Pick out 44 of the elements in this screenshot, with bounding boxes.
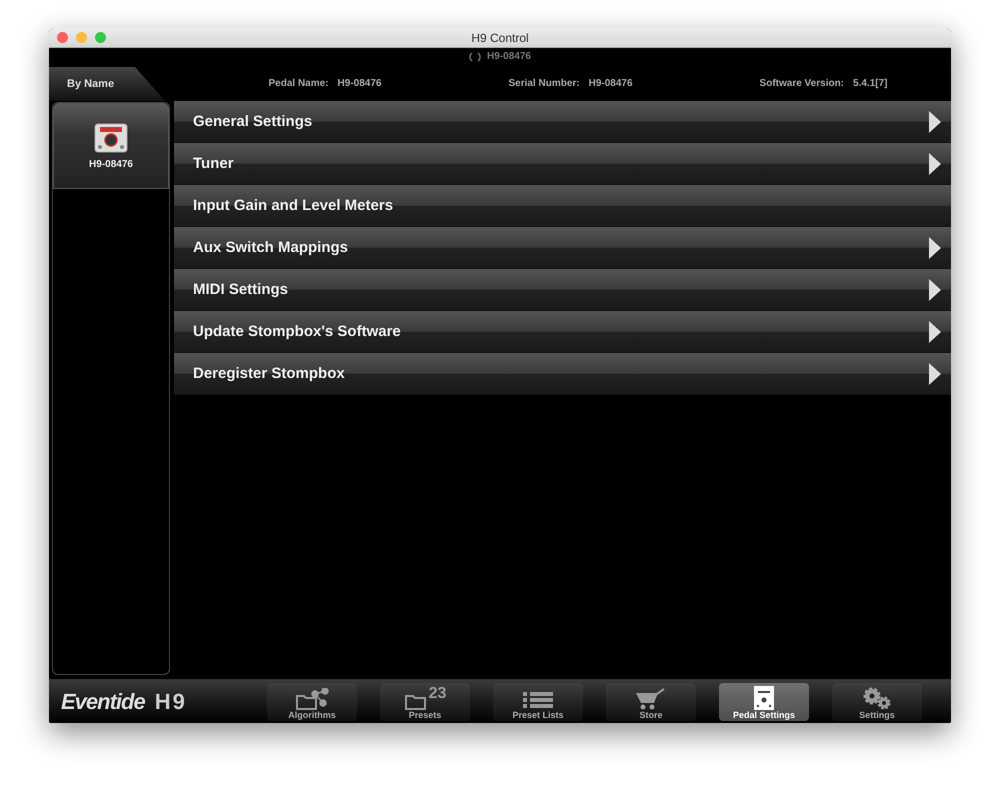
info-label: Pedal Name:	[268, 78, 329, 88]
brand-logo: Eventide	[61, 688, 145, 714]
minimize-button[interactable]	[76, 32, 87, 43]
window-title: H9 Control	[471, 30, 529, 44]
sort-tab[interactable]: By Name	[49, 67, 165, 101]
info-value: 5.4.1[7]	[853, 78, 888, 88]
info-value: H9-08476	[338, 78, 382, 88]
settings-row[interactable]: MIDI Settings	[174, 269, 951, 311]
settings-row[interactable]: Deregister Stompbox	[174, 353, 951, 395]
settings-row[interactable]: Input Gain and Level Meters	[174, 185, 951, 227]
cart-icon	[635, 688, 667, 710]
list-icon	[523, 690, 553, 710]
gears-icon	[861, 686, 893, 710]
folder-nodes-icon	[295, 688, 329, 710]
row-label: Update Stompbox's Software	[193, 323, 401, 340]
info-label: Serial Number:	[508, 78, 580, 88]
toolbar-tab[interactable]: Settings	[832, 682, 922, 720]
pedal-device-icon	[94, 122, 128, 152]
pedal-icon	[754, 686, 774, 710]
sync-icon	[469, 50, 482, 62]
row-label: MIDI Settings	[193, 281, 288, 298]
settings-row[interactable]: Aux Switch Mappings	[174, 227, 951, 269]
info-value: H9-08476	[588, 78, 633, 88]
settings-row[interactable]: Update Stompbox's Software	[174, 311, 951, 353]
settings-row[interactable]: Tuner	[174, 143, 951, 185]
toolbar-tab[interactable]: Store	[606, 682, 696, 720]
close-button[interactable]	[57, 32, 68, 43]
toolbar-tab[interactable]: 23 Presets	[380, 682, 470, 720]
preset-count: 23	[428, 686, 446, 702]
info-label: Software Version:	[760, 78, 844, 88]
toolbar-tab[interactable]: Preset Lists	[493, 682, 583, 720]
zoom-button[interactable]	[95, 32, 106, 43]
toolbar-tab[interactable]: Pedal Settings	[719, 682, 809, 720]
row-label: Aux Switch Mappings	[193, 239, 348, 256]
settings-row[interactable]: General Settings	[174, 101, 951, 143]
row-label: Tuner	[193, 155, 234, 172]
row-label: General Settings	[193, 113, 312, 130]
row-label: Deregister Stompbox	[193, 365, 345, 382]
toolbar-tab[interactable]: Algorithms	[267, 682, 357, 720]
device-status: H9-08476	[487, 51, 531, 62]
device-item[interactable]: H9-08476	[53, 103, 169, 189]
device-name: H9-08476	[89, 158, 133, 170]
row-label: Input Gain and Level Meters	[193, 197, 394, 214]
model-logo: H9	[154, 688, 187, 714]
